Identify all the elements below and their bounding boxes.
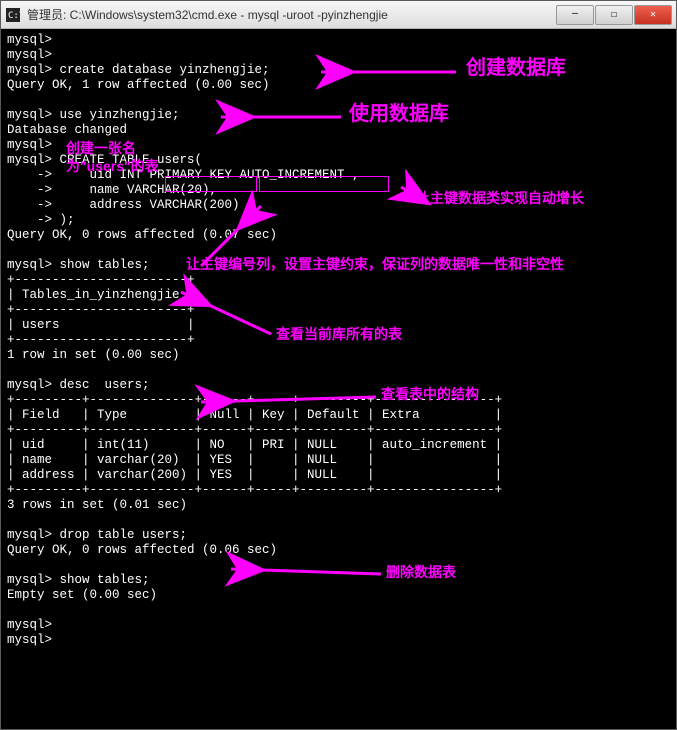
terminal-line: mysql> (7, 633, 670, 648)
terminal-line: -> address VARCHAR(200) (7, 198, 670, 213)
terminal-line (7, 558, 670, 573)
terminal-line: mysql> (7, 33, 670, 48)
terminal-output[interactable]: mysql>mysql>mysql> create database yinzh… (1, 29, 676, 729)
terminal-line (7, 363, 670, 378)
terminal-line: | Tables_in_yinzhengjie | (7, 288, 670, 303)
terminal-line: Database changed (7, 123, 670, 138)
terminal-line (7, 513, 670, 528)
terminal-line: +-----------------------+ (7, 303, 670, 318)
minimize-button[interactable]: — (556, 5, 594, 25)
titlebar[interactable]: C:\ 管理员: C:\Windows\system32\cmd.exe - m… (1, 1, 676, 29)
cmd-icon: C:\ (5, 7, 21, 23)
terminal-line: mysql> create database yinzhengjie; (7, 63, 670, 78)
terminal-line (7, 93, 670, 108)
terminal-line: mysql> show tables; (7, 573, 670, 588)
terminal-line (7, 243, 670, 258)
terminal-line: | address | varchar(200) | YES | | NULL … (7, 468, 670, 483)
terminal-line: | name | varchar(20) | YES | | NULL | | (7, 453, 670, 468)
terminal-line: | users | (7, 318, 670, 333)
terminal-line: +---------+--------------+------+-----+-… (7, 423, 670, 438)
terminal-line: mysql> show tables; (7, 258, 670, 273)
terminal-line: +-----------------------+ (7, 333, 670, 348)
maximize-button[interactable]: ☐ (595, 5, 633, 25)
close-button[interactable]: ✕ (634, 5, 672, 25)
window-title: 管理员: C:\Windows\system32\cmd.exe - mysql… (27, 6, 555, 23)
terminal-line: Query OK, 0 rows affected (0.07 sec) (7, 228, 670, 243)
terminal-line: mysql> (7, 138, 670, 153)
terminal-line: mysql> drop table users; (7, 528, 670, 543)
window-controls: — ☐ ✕ (555, 5, 672, 25)
terminal-line: mysql> CREATE TABLE users( (7, 153, 670, 168)
terminal-line: Query OK, 1 row affected (0.00 sec) (7, 78, 670, 93)
terminal-line: +-----------------------+ (7, 273, 670, 288)
terminal-line: -> uid INT PRIMARY KEY AUTO_INCREMENT , (7, 168, 670, 183)
terminal-line: Empty set (0.00 sec) (7, 588, 670, 603)
terminal-line: mysql> use yinzhengjie; (7, 108, 670, 123)
svg-text:C:\: C:\ (8, 11, 20, 21)
terminal-line: +---------+--------------+------+-----+-… (7, 483, 670, 498)
terminal-line: -> ); (7, 213, 670, 228)
terminal-line: mysql> desc users; (7, 378, 670, 393)
terminal-line: 1 row in set (0.00 sec) (7, 348, 670, 363)
cmd-window: C:\ 管理员: C:\Windows\system32\cmd.exe - m… (0, 0, 677, 730)
terminal-line: | uid | int(11) | NO | PRI | NULL | auto… (7, 438, 670, 453)
terminal-line: mysql> (7, 618, 670, 633)
terminal-line: 3 rows in set (0.01 sec) (7, 498, 670, 513)
terminal-line: mysql> (7, 48, 670, 63)
terminal-line: -> name VARCHAR(20), (7, 183, 670, 198)
terminal-line: Query OK, 0 rows affected (0.06 sec) (7, 543, 670, 558)
terminal-line (7, 603, 670, 618)
terminal-line: | Field | Type | Null | Key | Default | … (7, 408, 670, 423)
terminal-line: +---------+--------------+------+-----+-… (7, 393, 670, 408)
